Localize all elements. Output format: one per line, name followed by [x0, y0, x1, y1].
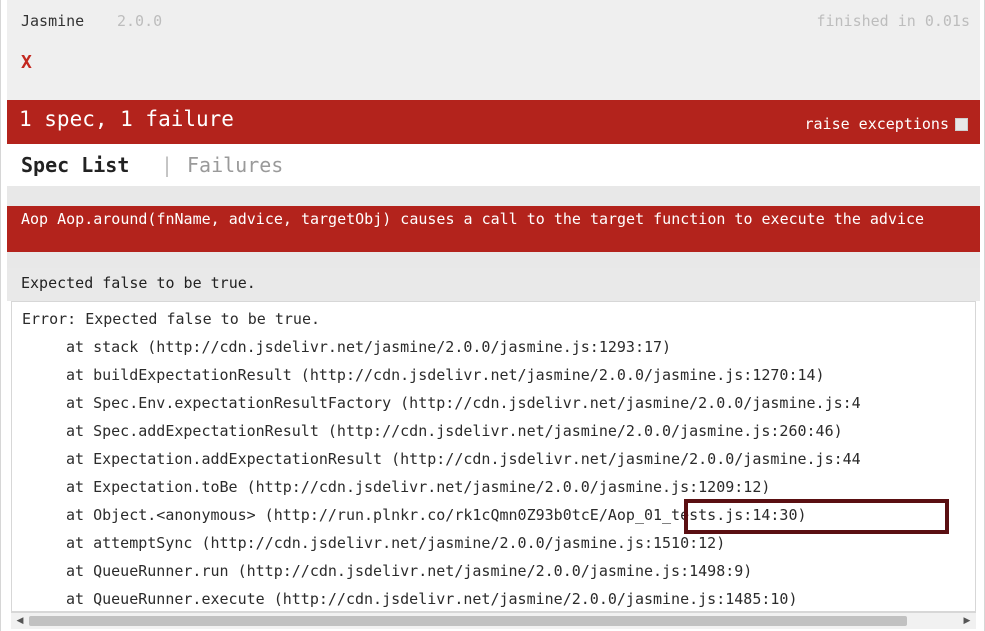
scroll-right-icon[interactable]: ▶	[960, 614, 974, 628]
raise-exceptions-toggle[interactable]: raise exceptions	[804, 115, 968, 133]
jasmine-version: 2.0.0	[117, 12, 163, 30]
test-file-location-highlight	[684, 499, 949, 534]
stack-trace-line: at Expectation.addExpectationResult (htt…	[66, 450, 861, 468]
stack-trace-line: at QueueRunner.run (http://cdn.jsdelivr.…	[66, 562, 753, 580]
scroll-left-icon[interactable]: ◀	[13, 614, 27, 628]
stack-trace-line: at Spec.addExpectationResult (http://cdn…	[66, 422, 843, 440]
failed-spec-name[interactable]: Aop Aop.around(fnName, advice, targetObj…	[7, 206, 980, 252]
banner: Jasmine 2.0.0 finished in 0.01s	[7, 0, 980, 44]
stack-trace-line: at buildExpectationResult (http://cdn.js…	[66, 366, 825, 384]
menu-separator: |	[161, 153, 174, 177]
spec-list-link[interactable]: Spec List	[21, 153, 129, 177]
stack-trace-line: at stack (http://cdn.jsdelivr.net/jasmin…	[66, 338, 672, 356]
duration: finished in 0.01s	[816, 12, 970, 30]
jasmine-title: Jasmine	[21, 12, 85, 30]
results-menu: Spec List | Failures	[7, 144, 980, 186]
overall-result: 1 spec, 1 failure	[19, 107, 234, 131]
section-divider	[7, 252, 980, 268]
stack-trace: Error: Expected false to be true. at sta…	[11, 301, 976, 612]
raise-exceptions-checkbox[interactable]	[955, 117, 968, 131]
jasmine-reporter: Jasmine 2.0.0 finished in 0.01s X 1 spec…	[0, 0, 985, 631]
scrollbar-thumb[interactable]	[29, 616, 907, 626]
stack-trace-error: Error: Expected false to be true.	[22, 310, 321, 328]
failed-spec-symbol[interactable]: X	[21, 52, 32, 73]
stack-trace-line: at Expectation.toBe (http://cdn.jsdelivr…	[66, 478, 771, 496]
failures-link[interactable]: Failures	[187, 153, 283, 177]
stack-trace-line: at attemptSync (http://cdn.jsdelivr.net/…	[66, 534, 726, 552]
horizontal-scrollbar[interactable]: ◀ ▶	[11, 612, 976, 629]
overall-result-bar: 1 spec, 1 failure raise exceptions	[7, 100, 980, 144]
stack-trace-line: at QueueRunner.execute (http://cdn.jsdel…	[66, 590, 798, 608]
stack-trace-line: at Spec.Env.expectationResultFactory (ht…	[66, 394, 861, 412]
raise-exceptions-label: raise exceptions	[804, 115, 950, 133]
section-divider	[7, 186, 980, 206]
result-message: Expected false to be true.	[7, 268, 980, 301]
symbol-summary: X	[7, 44, 980, 100]
